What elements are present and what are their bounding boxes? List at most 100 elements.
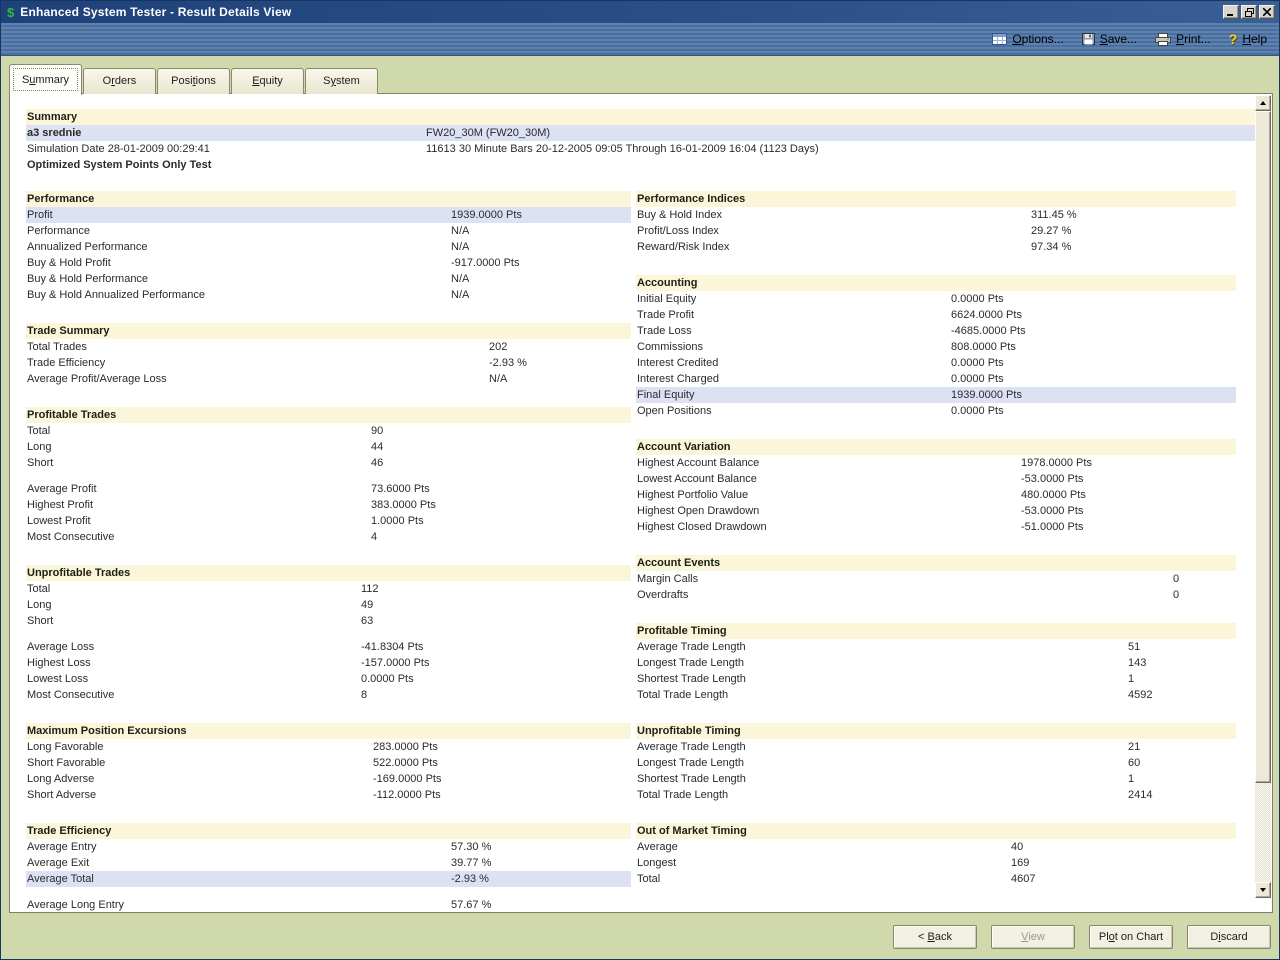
row-value: 1 bbox=[1128, 771, 1134, 787]
table-row[interactable]: Average Profit/Average LossN/A bbox=[26, 371, 631, 387]
table-row[interactable]: Longest169 bbox=[636, 855, 1236, 871]
table-row[interactable]: Trade Efficiency-2.93 % bbox=[26, 355, 631, 371]
row-value: 51 bbox=[1128, 639, 1140, 655]
section-account-variation: Account Variation Highest Account Balanc… bbox=[636, 439, 1236, 535]
table-row[interactable]: Profit1939.0000 Pts bbox=[26, 207, 631, 223]
table-row[interactable]: Short46 bbox=[26, 455, 631, 471]
table-row[interactable]: Highest Open Drawdown-53.0000 Pts bbox=[636, 503, 1236, 519]
table-row[interactable]: Buy & Hold Profit-917.0000 Pts bbox=[26, 255, 631, 271]
table-row[interactable]: PerformanceN/A bbox=[26, 223, 631, 239]
table-row[interactable]: Final Equity1939.0000 Pts bbox=[636, 387, 1236, 403]
row-label: Overdrafts bbox=[637, 587, 688, 603]
table-row[interactable]: Trade Loss-4685.0000 Pts bbox=[636, 323, 1236, 339]
table-row[interactable]: Open Positions0.0000 Pts bbox=[636, 403, 1236, 419]
table-row[interactable]: Total112 bbox=[26, 581, 631, 597]
table-row[interactable]: Long49 bbox=[26, 597, 631, 613]
table-row[interactable]: Overdrafts0 bbox=[636, 587, 1236, 603]
table-row[interactable]: Lowest Profit1.0000 Pts bbox=[26, 513, 631, 529]
scroll-up-button[interactable] bbox=[1255, 95, 1271, 111]
table-row[interactable]: Interest Charged0.0000 Pts bbox=[636, 371, 1236, 387]
tab-summary[interactable]: Summary bbox=[9, 64, 82, 95]
table-row[interactable]: Lowest Loss0.0000 Pts bbox=[26, 671, 631, 687]
table-row[interactable]: Average Trade Length51 bbox=[636, 639, 1236, 655]
minimize-button[interactable] bbox=[1223, 5, 1239, 19]
table-row[interactable]: Commissions808.0000 Pts bbox=[636, 339, 1236, 355]
table-row[interactable]: Total Trades202 bbox=[26, 339, 631, 355]
table-row[interactable]: Long44 bbox=[26, 439, 631, 455]
scroll-down-icon bbox=[1260, 888, 1266, 892]
table-row[interactable]: Most Consecutive4 bbox=[26, 529, 631, 545]
table-row[interactable]: Total90 bbox=[26, 423, 631, 439]
table-row[interactable]: Short Adverse-112.0000 Pts bbox=[26, 787, 631, 803]
table-row[interactable]: Total Trade Length2414 bbox=[636, 787, 1236, 803]
table-row[interactable]: Short63 bbox=[26, 613, 631, 629]
system-name-row[interactable]: a3 srednie FW20_30M (FW20_30M) bbox=[26, 125, 1256, 141]
tab-orders[interactable]: Orders bbox=[83, 68, 156, 94]
table-row[interactable]: Profit/Loss Index29.27 % bbox=[636, 223, 1236, 239]
table-row[interactable]: Average Trade Length21 bbox=[636, 739, 1236, 755]
table-row[interactable]: Most Consecutive8 bbox=[26, 687, 631, 703]
table-row[interactable]: Lowest Account Balance-53.0000 Pts bbox=[636, 471, 1236, 487]
simulation-row[interactable]: Simulation Date 28-01-2009 00:29:41 1161… bbox=[26, 141, 1256, 157]
table-row[interactable]: Buy & Hold PerformanceN/A bbox=[26, 271, 631, 287]
close-button[interactable] bbox=[1259, 5, 1275, 19]
table-row[interactable]: Margin Calls0 bbox=[636, 571, 1236, 587]
table-row[interactable]: Average Profit73.6000 Pts bbox=[26, 481, 631, 497]
back-button[interactable]: < Back bbox=[893, 925, 977, 949]
table-row[interactable]: Long Favorable283.0000 Pts bbox=[26, 739, 631, 755]
table-row[interactable]: Highest Portfolio Value480.0000 Pts bbox=[636, 487, 1236, 503]
table-row[interactable]: Shortest Trade Length1 bbox=[636, 671, 1236, 687]
table-row[interactable]: Long Adverse-169.0000 Pts bbox=[26, 771, 631, 787]
save-button[interactable]: Save... bbox=[1082, 32, 1137, 46]
row-value: 6624.0000 Pts bbox=[951, 307, 1022, 323]
discard-button[interactable]: Discard bbox=[1187, 925, 1271, 949]
table-row[interactable]: Average Long Entry57.67 % bbox=[26, 897, 631, 912]
bars-info: 11613 30 Minute Bars 20-12-2005 09:05 Th… bbox=[426, 141, 819, 157]
table-row[interactable]: Average Loss-41.8304 Pts bbox=[26, 639, 631, 655]
table-row[interactable]: Average Exit39.77 % bbox=[26, 855, 631, 871]
view-button[interactable]: View bbox=[991, 925, 1075, 949]
table-row[interactable]: Shortest Trade Length1 bbox=[636, 771, 1236, 787]
table-row[interactable]: Highest Account Balance1978.0000 Pts bbox=[636, 455, 1236, 471]
vertical-scrollbar[interactable] bbox=[1255, 95, 1271, 898]
tab-positions[interactable]: Positions bbox=[157, 68, 230, 94]
table-row[interactable]: Average Entry57.30 % bbox=[26, 839, 631, 855]
table-row[interactable]: Initial Equity0.0000 Pts bbox=[636, 291, 1236, 307]
row-value: 0.0000 Pts bbox=[951, 291, 1004, 307]
table-row[interactable]: Average Total-2.93 % bbox=[26, 871, 631, 887]
restore-button[interactable] bbox=[1241, 5, 1257, 19]
test-type-row[interactable]: Optimized System Points Only Test bbox=[26, 157, 1256, 173]
table-row[interactable]: Total4607 bbox=[636, 871, 1236, 887]
row-label: Long bbox=[27, 597, 51, 613]
help-button[interactable]: ? Help bbox=[1229, 31, 1267, 47]
table-row[interactable]: Reward/Risk Index97.34 % bbox=[636, 239, 1236, 255]
table-row[interactable]: Annualized PerformanceN/A bbox=[26, 239, 631, 255]
table-row[interactable]: Longest Trade Length143 bbox=[636, 655, 1236, 671]
table-row[interactable]: Trade Profit6624.0000 Pts bbox=[636, 307, 1236, 323]
table-row[interactable]: Highest Loss-157.0000 Pts bbox=[26, 655, 631, 671]
row-label: Commissions bbox=[637, 339, 703, 355]
table-row[interactable]: Buy & Hold Index311.45 % bbox=[636, 207, 1236, 223]
table-row[interactable]: Longest Trade Length60 bbox=[636, 755, 1236, 771]
row-value: 73.6000 Pts bbox=[371, 481, 430, 497]
tab-system[interactable]: System bbox=[305, 68, 378, 94]
table-row[interactable]: Average40 bbox=[636, 839, 1236, 855]
row-label: Highest Portfolio Value bbox=[637, 487, 748, 503]
scroll-down-button[interactable] bbox=[1255, 882, 1271, 898]
table-row[interactable]: Highest Closed Drawdown-51.0000 Pts bbox=[636, 519, 1236, 535]
plot-on-chart-button[interactable]: Plot on Chart bbox=[1089, 925, 1173, 949]
section-performance-indices: Performance Indices Buy & Hold Index311.… bbox=[636, 191, 1236, 255]
table-row[interactable]: Buy & Hold Annualized PerformanceN/A bbox=[26, 287, 631, 303]
table-row[interactable]: Total Trade Length4592 bbox=[636, 687, 1236, 703]
options-button[interactable]: Options... bbox=[992, 32, 1063, 46]
print-button[interactable]: Print... bbox=[1155, 32, 1211, 46]
section-trade-efficiency: Trade Efficiency Average Entry57.30 % Av… bbox=[26, 823, 631, 912]
scrollbar-thumb[interactable] bbox=[1255, 111, 1271, 783]
table-row[interactable]: Highest Profit383.0000 Pts bbox=[26, 497, 631, 513]
row-value: 44 bbox=[371, 439, 383, 455]
table-row[interactable]: Interest Credited0.0000 Pts bbox=[636, 355, 1236, 371]
section-profitable-trades: Profitable Trades Total90 Long44 Short46… bbox=[26, 407, 631, 545]
row-label: Trade Loss bbox=[637, 323, 692, 339]
table-row[interactable]: Short Favorable522.0000 Pts bbox=[26, 755, 631, 771]
tab-equity[interactable]: Equity bbox=[231, 68, 304, 94]
